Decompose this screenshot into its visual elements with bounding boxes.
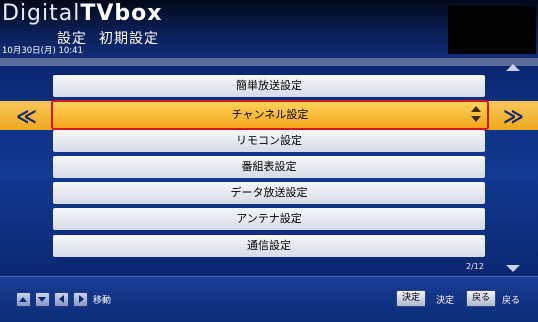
up-down-icon xyxy=(471,105,481,125)
confirm-button[interactable]: 決定 xyxy=(396,290,427,307)
menu-item-antenna[interactable]: アンテナ設定 xyxy=(53,208,485,230)
divider-strip xyxy=(0,58,538,66)
confirm-label: 決定 xyxy=(436,296,455,306)
header-bar: DigitalTVbox 設定 初期設定 10月30日(月) 10:41 xyxy=(0,0,538,58)
left-key-icon[interactable] xyxy=(54,292,69,307)
brand-light-text: Digital xyxy=(2,1,81,26)
up-key-icon[interactable] xyxy=(16,292,31,307)
brand-bold-text: TVbox xyxy=(80,1,163,26)
scroll-down-icon[interactable] xyxy=(506,265,520,272)
datetime-display: 10月30日(月) 10:41 xyxy=(2,46,83,56)
menu-item-communication[interactable]: 通信設定 xyxy=(53,235,485,257)
back-label: 戻る xyxy=(502,296,521,306)
page-counter: 2/12 xyxy=(466,262,484,271)
prev-category-icon[interactable]: ≪ xyxy=(16,104,37,128)
right-key-icon[interactable] xyxy=(73,292,88,307)
menu-item-label: チャンネル設定 xyxy=(231,108,309,121)
menu-item-easy-broadcast[interactable]: 簡単放送設定 xyxy=(53,75,485,97)
brand-logo: DigitalTVbox xyxy=(2,1,162,26)
next-category-icon[interactable]: ≫ xyxy=(503,104,524,128)
move-label: 移動 xyxy=(93,296,112,306)
back-button[interactable]: 戻る xyxy=(466,290,497,307)
scroll-up-icon[interactable] xyxy=(506,64,520,71)
subtitle-label: 初期設定 xyxy=(99,31,159,47)
down-key-icon[interactable] xyxy=(35,292,50,307)
tv-preview-window xyxy=(448,6,536,54)
menu-item-channel-selected[interactable]: チャンネル設定 xyxy=(51,100,489,130)
menu-item-remote[interactable]: リモコン設定 xyxy=(53,130,485,152)
menu-item-data-broadcast[interactable]: データ放送設定 xyxy=(53,182,485,204)
menu-item-program-guide[interactable]: 番組表設定 xyxy=(53,156,485,178)
